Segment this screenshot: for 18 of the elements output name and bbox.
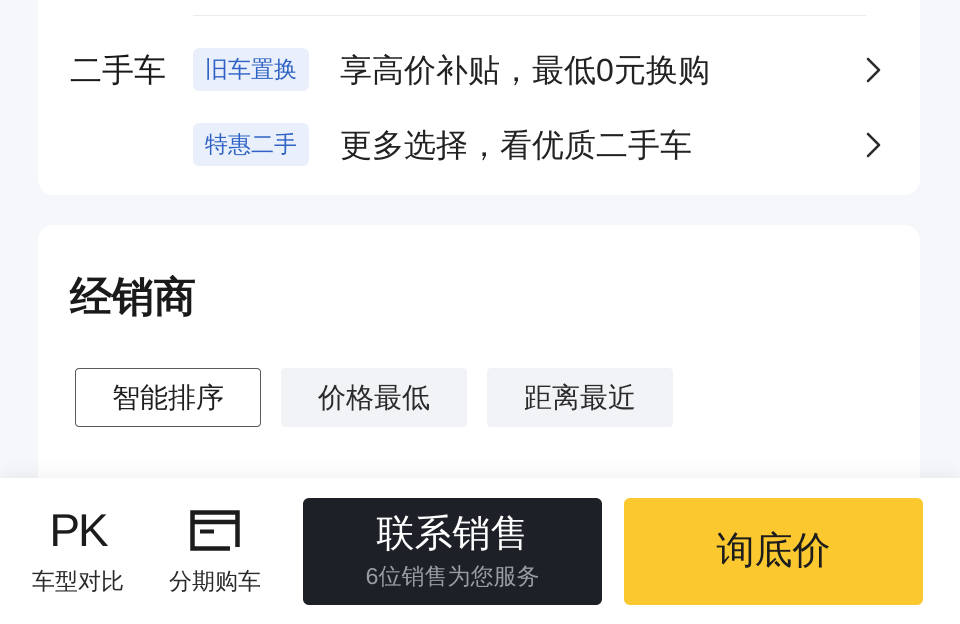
sort-tab[interactable]: 智能排序 <box>75 368 261 427</box>
contact-sales-button[interactable]: 联系销售 6位销售为您服务 <box>303 498 602 604</box>
sort-tab[interactable]: 距离最近 <box>487 368 673 427</box>
price-inquiry-button[interactable]: 询底价 <box>624 498 923 604</box>
card-icon <box>190 510 240 550</box>
offer-tag: 旧车置换 <box>193 48 309 91</box>
sales-count-text: 6位销售为您服务 <box>366 562 540 590</box>
sort-tab[interactable]: 价格最低 <box>281 368 467 427</box>
offer-text[interactable]: 享高价补贴，最低0元换购 <box>340 54 866 86</box>
section-title: 经销商 <box>70 272 196 322</box>
compare-button[interactable]: PK 车型对比 <box>23 507 133 595</box>
installment-button[interactable]: 分期购车 <box>160 507 270 595</box>
offer-text[interactable]: 更多选择，看优质二手车 <box>340 128 866 160</box>
chevron-right-icon[interactable] <box>866 132 882 158</box>
chevron-right-icon[interactable] <box>866 56 882 82</box>
pk-glyph: PK <box>49 507 107 553</box>
offer-tag: 特惠二手 <box>193 123 309 166</box>
section-label: 二手车 <box>70 54 166 86</box>
